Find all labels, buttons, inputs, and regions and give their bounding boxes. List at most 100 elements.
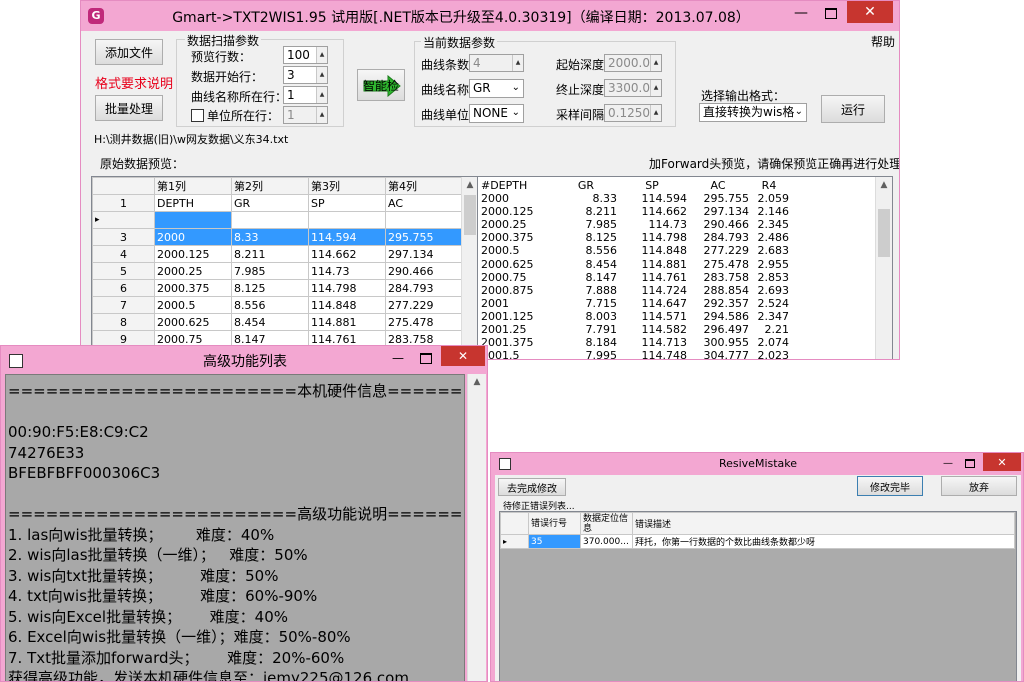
- table-row[interactable]: 6 2000.375 8.125 114.798 284.793: [92, 279, 462, 297]
- maximize-button[interactable]: [413, 348, 439, 368]
- table-cell[interactable]: 114.848: [308, 296, 386, 314]
- table-cell[interactable]: 297.134: [385, 245, 462, 263]
- end-depth-input[interactable]: 3300.000▲▼: [604, 79, 662, 97]
- table-cell[interactable]: 114.881: [308, 313, 386, 331]
- table-cell[interactable]: AC: [385, 194, 462, 212]
- table-cell[interactable]: 2000.375: [154, 279, 232, 297]
- output-format-select[interactable]: 直接转换为wis格 ⌄: [699, 103, 807, 122]
- preview-rows-input[interactable]: 100▲▼: [283, 46, 328, 64]
- spin-icon[interactable]: ▲▼: [316, 47, 327, 63]
- run-button[interactable]: 运行: [821, 95, 885, 123]
- smart-detect-button[interactable]: 智能检: [357, 69, 405, 101]
- table-cell[interactable]: 2000.125: [154, 245, 232, 263]
- spin-icon[interactable]: ▲▼: [316, 107, 327, 123]
- main-titlebar[interactable]: G Gmart->TXT2WIS1.95 试用版[.NET版本已升级至4.0.3…: [81, 1, 899, 31]
- table-row[interactable]: ▸: [92, 211, 462, 229]
- table-cell[interactable]: 295.755: [385, 228, 462, 246]
- table-cell[interactable]: 8.125: [231, 279, 309, 297]
- format-requirement-link[interactable]: 格式要求说明: [95, 73, 173, 92]
- curve-name-select[interactable]: GR ⌄: [469, 79, 524, 98]
- minimize-button[interactable]: —: [787, 1, 815, 25]
- column-header[interactable]: 数据定位信息: [580, 512, 633, 535]
- advanced-scrollbar[interactable]: ▲: [467, 374, 486, 681]
- table-cell[interactable]: 2000.5: [154, 296, 232, 314]
- spin-icon[interactable]: ▲▼: [512, 55, 523, 71]
- table-cell[interactable]: 370.000...: [580, 534, 633, 549]
- scroll-up-icon[interactable]: ▲: [876, 177, 892, 193]
- go-complete-button[interactable]: 去完成修改: [498, 478, 566, 496]
- table-row[interactable]: 5 2000.25 7.985 114.73 290.466: [92, 262, 462, 280]
- column-header[interactable]: 第4列: [385, 177, 462, 195]
- table-cell[interactable]: 8.211: [231, 245, 309, 263]
- curve-unit-select[interactable]: NONE ⌄: [469, 104, 524, 123]
- start-row-input[interactable]: 3▲▼: [283, 66, 328, 84]
- table-row[interactable]: 1 DEPTH GR SP AC: [92, 194, 462, 212]
- table-cell[interactable]: 8.556: [231, 296, 309, 314]
- table-cell[interactable]: 114.594: [308, 228, 386, 246]
- abandon-button[interactable]: 放弃: [941, 476, 1017, 496]
- table-row[interactable]: 7 2000.5 8.556 114.848 277.229: [92, 296, 462, 314]
- table-row[interactable]: 8 2000.625 8.454 114.881 275.478: [92, 313, 462, 331]
- table-cell[interactable]: GR: [231, 194, 309, 212]
- table-cell[interactable]: 拜托，你第一行数据的个数比曲线条数都少呀: [632, 534, 1015, 549]
- column-header[interactable]: 第1列: [154, 177, 232, 195]
- close-button[interactable]: ✕: [983, 453, 1021, 471]
- table-cell[interactable]: [231, 211, 309, 229]
- table-cell[interactable]: 114.798: [308, 279, 386, 297]
- table-cell[interactable]: 2000.25: [154, 262, 232, 280]
- table-cell[interactable]: 277.229: [385, 296, 462, 314]
- scroll-up-icon[interactable]: ▲: [468, 374, 486, 390]
- table-cell[interactable]: 275.478: [385, 313, 462, 331]
- add-file-button[interactable]: 添加文件: [95, 39, 163, 65]
- name-row-input[interactable]: 1▲▼: [283, 86, 328, 104]
- resive-titlebar[interactable]: ResiveMistake — ✕: [491, 453, 1023, 475]
- table-cell[interactable]: 114.662: [308, 245, 386, 263]
- curve-count-input[interactable]: 4▲▼: [469, 54, 524, 72]
- table-row[interactable]: 4 2000.125 8.211 114.662 297.134: [92, 245, 462, 263]
- close-button[interactable]: ✕: [847, 1, 893, 23]
- table-cell[interactable]: [154, 211, 232, 229]
- unit-row-checkbox[interactable]: [191, 109, 204, 122]
- table-cell[interactable]: 284.793: [385, 279, 462, 297]
- unit-row-input[interactable]: 1▲▼: [283, 106, 328, 124]
- column-header[interactable]: 错误描述: [632, 512, 1015, 535]
- table-cell[interactable]: [308, 211, 386, 229]
- spin-icon[interactable]: ▲▼: [316, 87, 327, 103]
- table-cell[interactable]: DEPTH: [154, 194, 232, 212]
- scroll-thumb[interactable]: [464, 195, 476, 235]
- minimize-button[interactable]: —: [385, 348, 411, 368]
- preview-scrollbar[interactable]: ▲: [875, 177, 892, 359]
- minimize-button[interactable]: —: [937, 454, 959, 472]
- scroll-thumb[interactable]: [878, 209, 890, 257]
- advanced-titlebar[interactable]: 高级功能列表 — ✕: [1, 346, 487, 374]
- forward-preview-box[interactable]: #DEPTH GR SP AC R4 2000 8.33 114.594 295.755 2.05…: [477, 176, 893, 359]
- grid-scrollbar[interactable]: ▲: [461, 177, 478, 359]
- done-button[interactable]: 修改完毕: [857, 476, 923, 496]
- table-cell[interactable]: [385, 211, 462, 229]
- table-cell[interactable]: 35: [528, 534, 581, 549]
- start-depth-input[interactable]: 2000.000▲▼: [604, 54, 662, 72]
- maximize-button[interactable]: [817, 1, 845, 25]
- table-cell[interactable]: 7.985: [231, 262, 309, 280]
- table-row[interactable]: ▸ 35 370.000... 拜托，你第一行数据的个数比曲线条数都少呀: [500, 534, 1015, 549]
- scroll-up-icon[interactable]: ▲: [462, 177, 478, 193]
- spin-icon[interactable]: ▲▼: [316, 67, 327, 83]
- batch-process-button[interactable]: 批量处理: [95, 95, 163, 121]
- table-cell[interactable]: 114.73: [308, 262, 386, 280]
- column-header[interactable]: 错误行号: [528, 512, 581, 535]
- table-cell[interactable]: 8.454: [231, 313, 309, 331]
- table-row[interactable]: 3 2000 8.33 114.594 295.755: [92, 228, 462, 246]
- column-header[interactable]: 第2列: [231, 177, 309, 195]
- table-cell[interactable]: 290.466: [385, 262, 462, 280]
- maximize-button[interactable]: [959, 454, 981, 472]
- table-cell[interactable]: 8.33: [231, 228, 309, 246]
- column-header[interactable]: 第3列: [308, 177, 386, 195]
- table-cell[interactable]: 2000.625: [154, 313, 232, 331]
- spin-icon[interactable]: ▲▼: [650, 55, 661, 71]
- table-cell[interactable]: 2000: [154, 228, 232, 246]
- advanced-content[interactable]: =======================本机硬件信息===========…: [5, 374, 465, 681]
- sample-interval-input[interactable]: 0.1250▲▼: [604, 104, 662, 122]
- spin-icon[interactable]: ▲▼: [650, 80, 661, 96]
- spin-icon[interactable]: ▲▼: [650, 105, 661, 121]
- close-button[interactable]: ✕: [441, 346, 485, 366]
